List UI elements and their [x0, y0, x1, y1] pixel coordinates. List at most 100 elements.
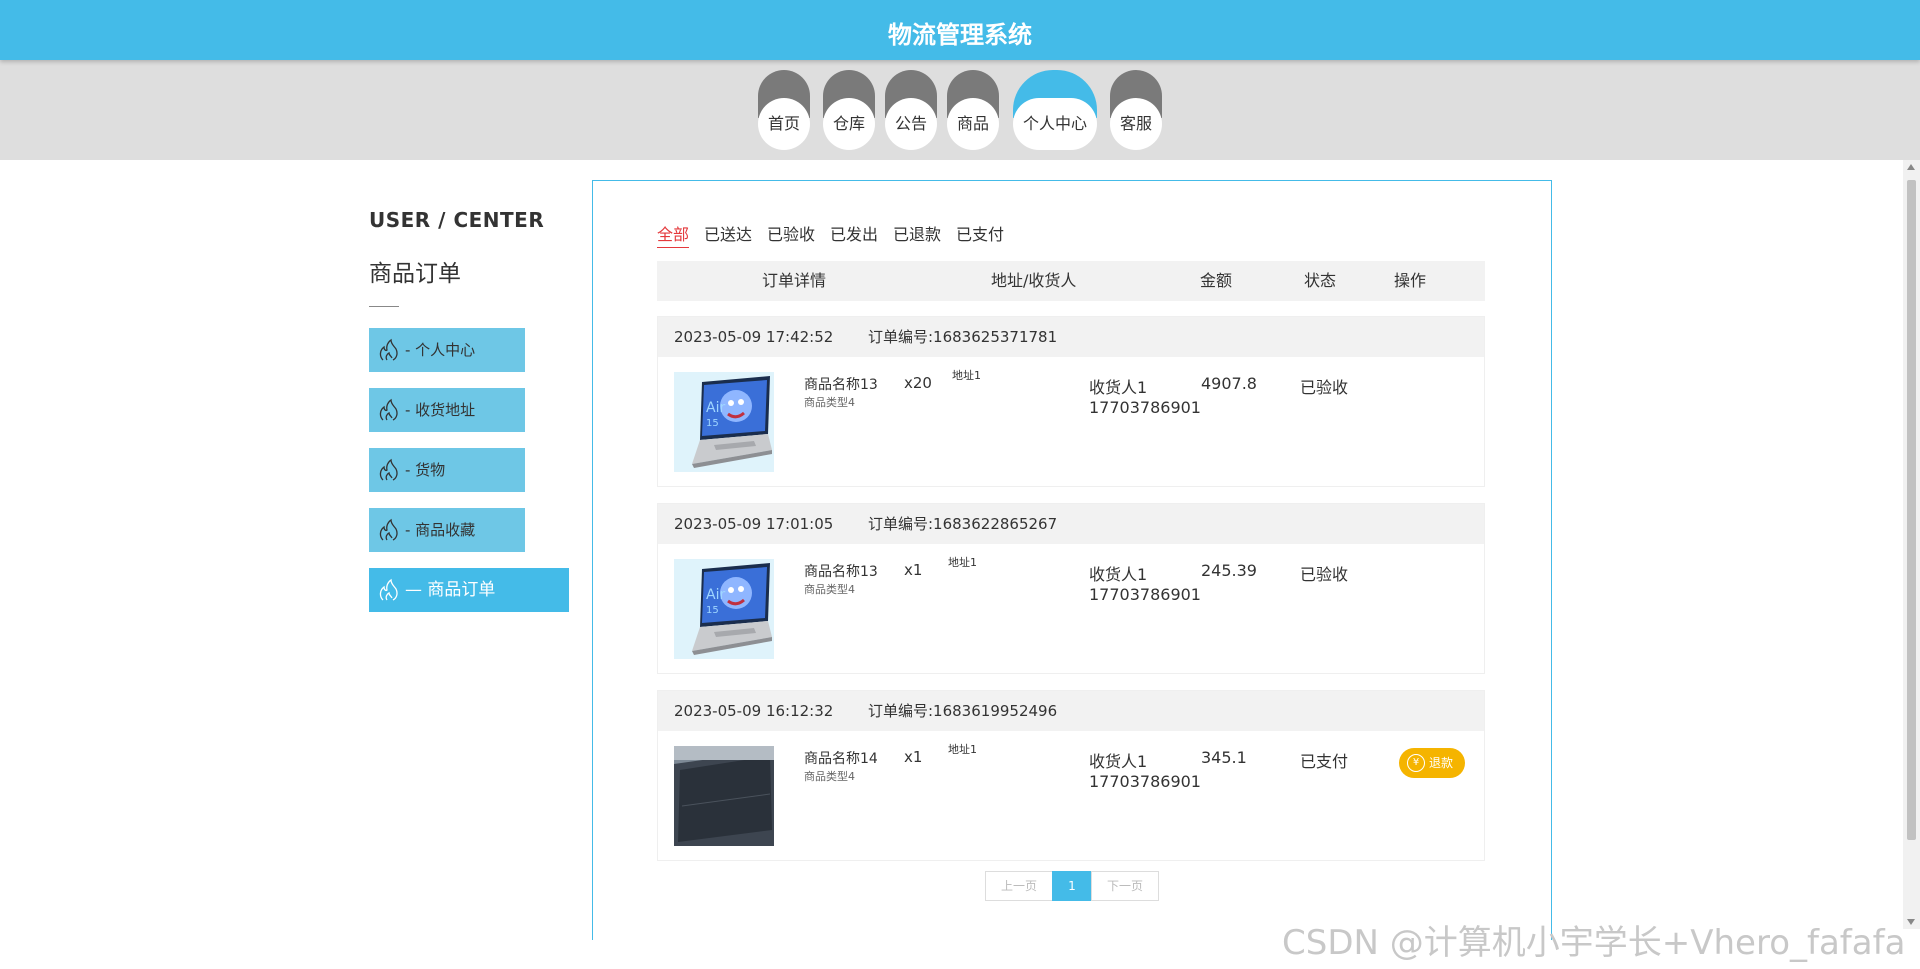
order-address: 地址1: [948, 743, 977, 756]
nav-service[interactable]: 客服: [1110, 70, 1162, 150]
scroll-down-icon[interactable]: [1907, 919, 1915, 925]
tab-all[interactable]: 全部: [657, 221, 690, 248]
col-status: 状态: [1304, 271, 1337, 290]
col-address-receiver: 地址/收货人: [991, 271, 1077, 290]
nav-warehouse[interactable]: 仓库: [823, 70, 875, 150]
order-number: 订单编号:1683619952496: [868, 702, 1058, 720]
refund-button[interactable]: ¥ 退款: [1399, 748, 1465, 778]
tab-delivered[interactable]: 已送达: [704, 221, 752, 245]
order-address: 地址1: [952, 369, 981, 382]
product-quantity: x1: [904, 561, 923, 579]
nav-notice-label[interactable]: 公告: [885, 98, 937, 150]
order-amount: 4907.8: [1201, 374, 1257, 393]
order-date: 2023-05-09 17:42:52: [674, 328, 834, 346]
tab-paid[interactable]: 已支付: [956, 221, 1004, 245]
order-header: 2023-05-09 17:01:05 订单编号:1683622865267: [658, 504, 1484, 544]
nav-warehouse-label[interactable]: 仓库: [823, 98, 875, 150]
order-address: 地址1: [948, 556, 977, 569]
tab-shipped[interactable]: 已发出: [830, 221, 878, 245]
order-header: 2023-05-09 16:12:32 订单编号:1683619952496: [658, 691, 1484, 731]
sidebar-item-favorites[interactable]: - 商品收藏: [369, 508, 525, 552]
order-row: 2023-05-09 17:42:52 订单编号:1683625371781 A…: [657, 316, 1485, 487]
order-number: 订单编号:1683622865267: [868, 515, 1058, 533]
nav-service-label[interactable]: 客服: [1110, 98, 1162, 150]
main-nav: 首页 仓库 公告 商品 个人中心 客服: [0, 60, 1920, 160]
receiver-phone: 17703786901: [1089, 585, 1201, 604]
order-date: 2023-05-09 17:01:05: [674, 515, 834, 533]
product-name: 商品名称13: [804, 377, 878, 393]
order-status: 已验收: [1300, 565, 1349, 584]
receiver-name: 收货人1: [1089, 378, 1148, 397]
col-action: 操作: [1394, 271, 1427, 290]
sidebar-divider: [369, 306, 399, 307]
product-name: 商品名称13: [804, 564, 878, 580]
product-image[interactable]: Air 15: [674, 559, 774, 659]
sidebar-item-label: - 货物: [405, 461, 446, 479]
col-order-detail: 订单详情: [762, 271, 827, 290]
order-number: 订单编号:1683625371781: [868, 328, 1058, 346]
page-number-button[interactable]: 1: [1052, 871, 1092, 901]
flame-icon: [379, 518, 398, 541]
product-type: 商品类型4: [804, 396, 855, 409]
sidebar-heading: USER / CENTER: [369, 208, 545, 232]
product-name: 商品名称14: [804, 751, 878, 767]
refund-label: 退款: [1429, 756, 1454, 770]
nav-user-center-label[interactable]: 个人中心: [1013, 98, 1097, 150]
nav-home[interactable]: 首页: [758, 70, 810, 150]
tab-refunded[interactable]: 已退款: [893, 221, 941, 245]
order-amount: 345.1: [1201, 748, 1247, 767]
flame-icon: [379, 458, 398, 481]
nav-notice[interactable]: 公告: [885, 70, 937, 150]
top-header: 物流管理系统: [0, 0, 1920, 60]
sidebar-subheading: 商品订单: [369, 261, 461, 287]
sidebar-item-orders[interactable]: — 商品订单: [369, 568, 569, 612]
col-amount: 金额: [1200, 271, 1233, 290]
order-amount: 245.39: [1201, 561, 1257, 580]
product-type: 商品类型4: [804, 583, 855, 596]
page-scrollbar[interactable]: [1903, 160, 1920, 929]
orders-panel: 全部 已送达 已验收 已发出 已退款 已支付 订单详情 地址/收货人 金额 状态…: [592, 180, 1552, 940]
yen-icon: ¥: [1407, 754, 1425, 772]
order-header: 2023-05-09 17:42:52 订单编号:1683625371781: [658, 317, 1484, 357]
sidebar-item-label: - 个人中心: [405, 341, 476, 359]
receiver-phone: 17703786901: [1089, 398, 1201, 417]
flame-icon: [379, 338, 398, 361]
app-title: 物流管理系统: [888, 21, 1032, 49]
order-row: 2023-05-09 16:12:32 订单编号:1683619952496 商…: [657, 690, 1485, 861]
order-row: 2023-05-09 17:01:05 订单编号:1683622865267 A…: [657, 503, 1485, 674]
product-image[interactable]: [674, 746, 774, 846]
svg-text:15: 15: [706, 418, 719, 429]
prev-page-button[interactable]: 上一页: [985, 871, 1053, 901]
nav-user-center[interactable]: 个人中心: [1013, 70, 1097, 150]
orders-table-header: 订单详情 地址/收货人 金额 状态 操作: [657, 261, 1485, 301]
sidebar-item-label: - 商品收藏: [405, 521, 476, 539]
flame-icon: [379, 398, 398, 421]
receiver-name: 收货人1: [1089, 565, 1148, 584]
svg-text:Air: Air: [706, 587, 725, 603]
product-quantity: x1: [904, 748, 923, 766]
product-quantity: x20: [904, 374, 932, 392]
receiver-phone: 17703786901: [1089, 772, 1201, 791]
sidebar-item-label: - 收货地址: [405, 401, 476, 419]
order-status: 已验收: [1300, 378, 1349, 397]
flame-icon: [379, 578, 398, 601]
nav-home-label[interactable]: 首页: [758, 98, 810, 150]
product-type: 商品类型4: [804, 770, 855, 783]
nav-goods-label[interactable]: 商品: [947, 98, 999, 150]
sidebar-item-label: — 商品订单: [405, 580, 496, 600]
svg-text:15: 15: [706, 605, 719, 616]
sidebar-item-address[interactable]: - 收货地址: [369, 388, 525, 432]
tab-accepted[interactable]: 已验收: [767, 221, 815, 245]
sidebar-item-cargo[interactable]: - 货物: [369, 448, 525, 492]
order-status: 已支付: [1300, 752, 1349, 771]
svg-text:Air: Air: [706, 400, 725, 416]
product-image[interactable]: Air 15: [674, 372, 774, 472]
nav-goods[interactable]: 商品: [947, 70, 999, 150]
receiver-name: 收货人1: [1089, 752, 1148, 771]
scrollbar-thumb[interactable]: [1907, 180, 1916, 840]
order-date: 2023-05-09 16:12:32: [674, 702, 834, 720]
watermark: CSDN @计算机小宇学长+Vhero_fafafa: [1282, 923, 1906, 963]
scroll-up-icon[interactable]: [1907, 164, 1915, 170]
next-page-button[interactable]: 下一页: [1091, 871, 1159, 901]
sidebar-item-user-center[interactable]: - 个人中心: [369, 328, 525, 372]
